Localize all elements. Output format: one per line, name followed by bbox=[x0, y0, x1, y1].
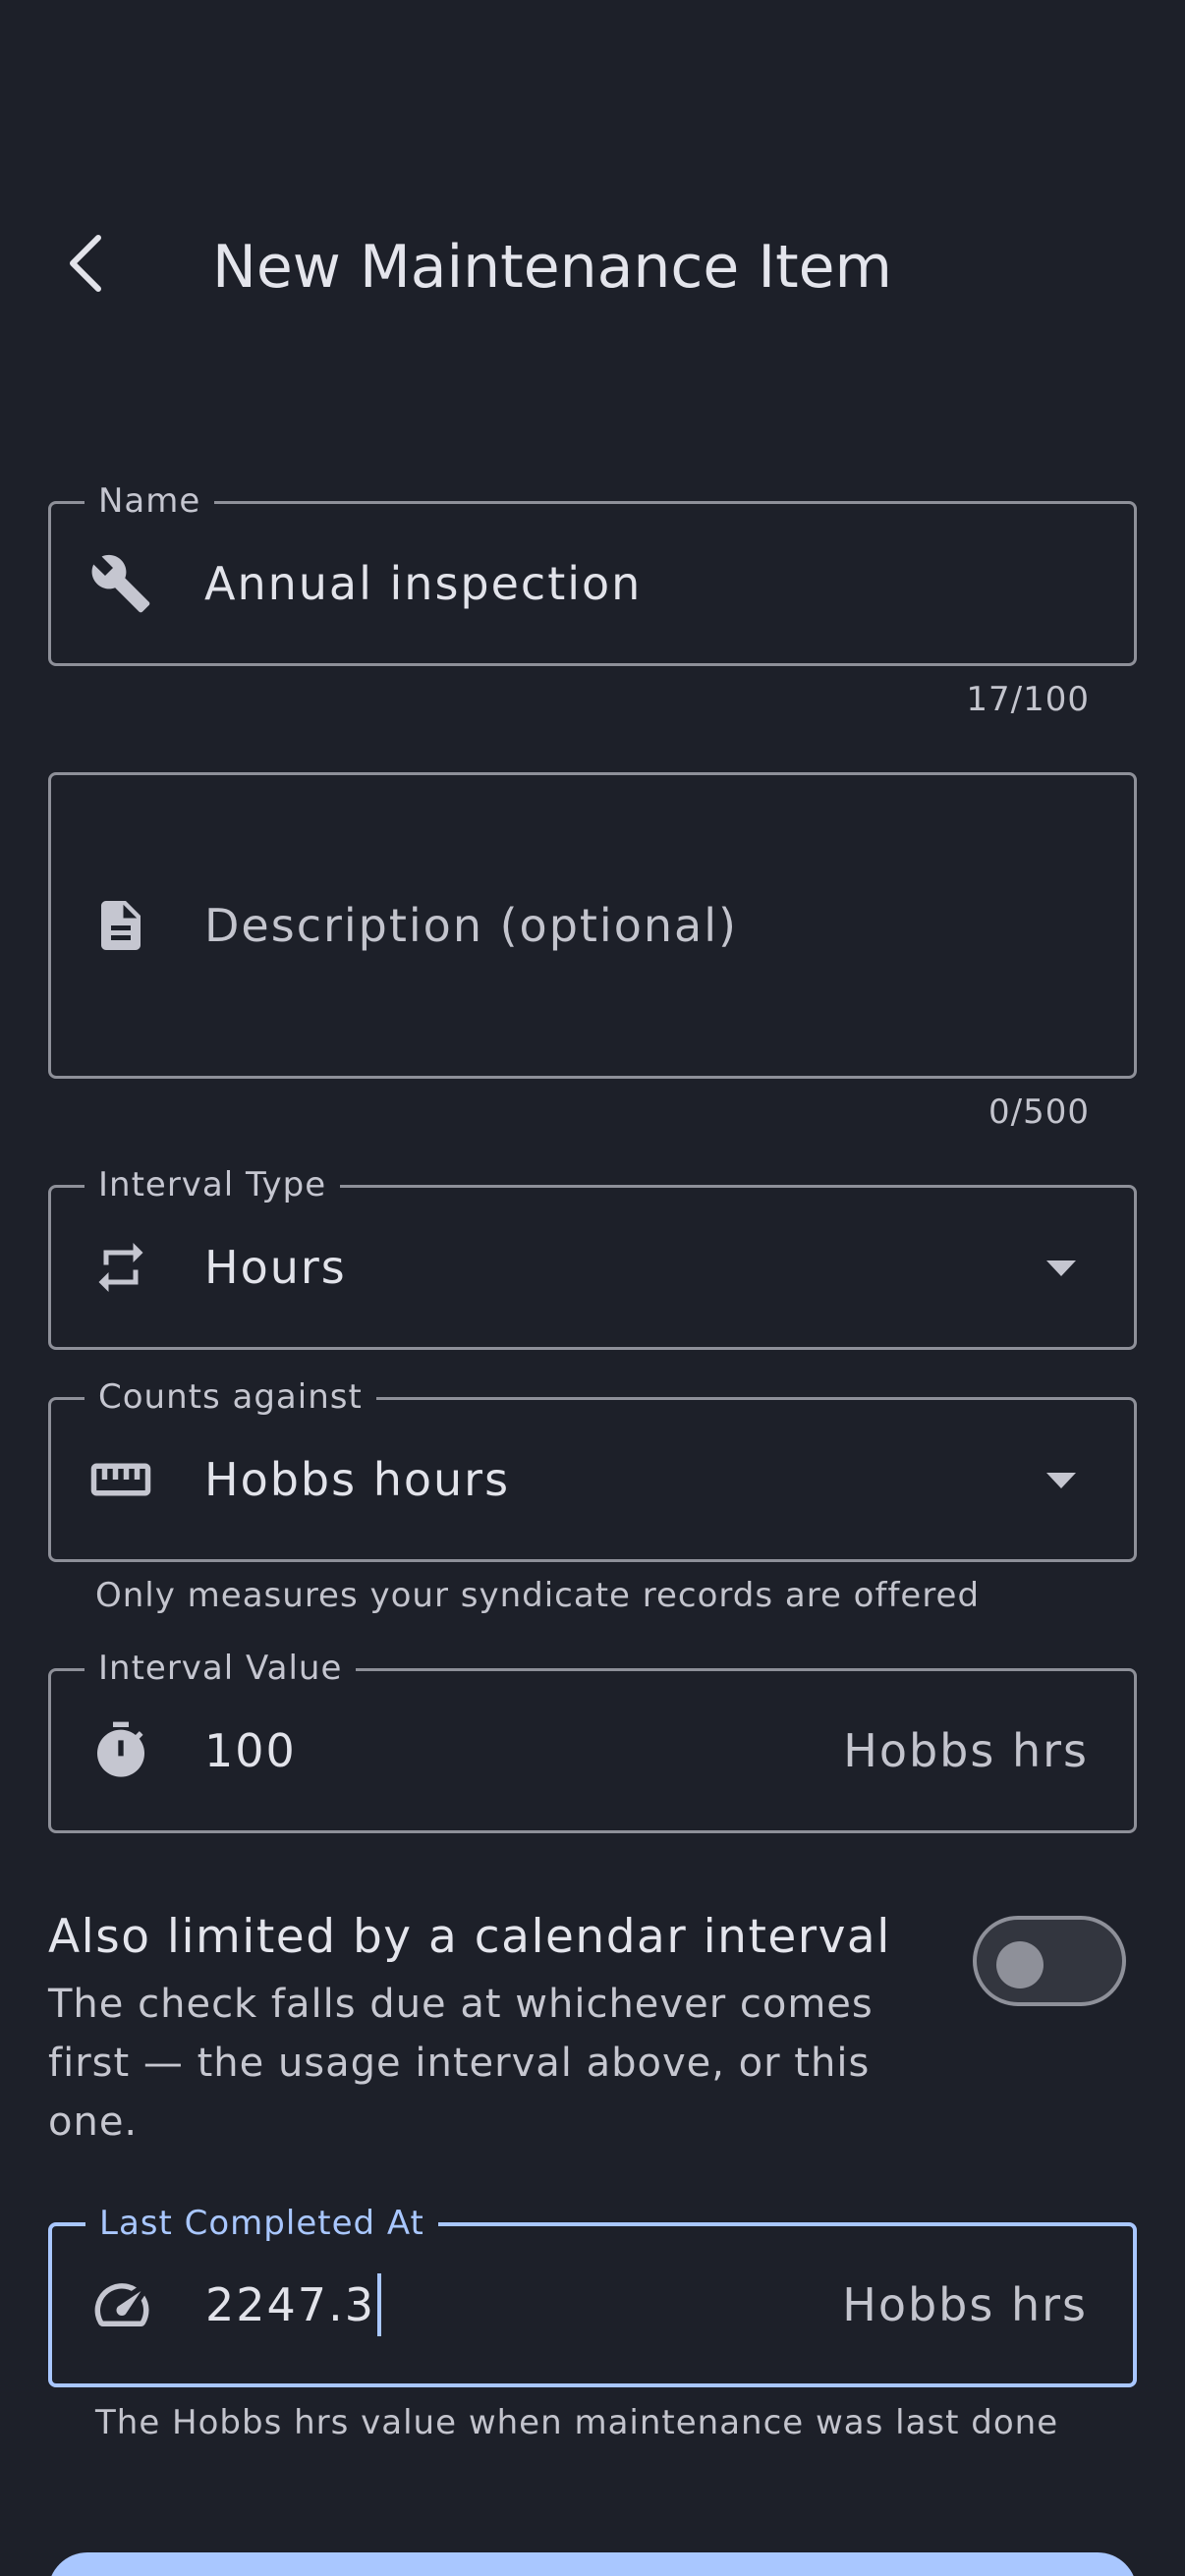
name-field[interactable]: Name Annual inspection bbox=[48, 479, 1137, 666]
calendar-toggle-title: Also limited by a calendar interval bbox=[48, 1910, 891, 1964]
last-completed-helper: The Hobbs hrs value when maintenance was… bbox=[95, 2403, 1059, 2442]
interval-value-suffix: Hobbs hrs bbox=[843, 1724, 1089, 1777]
interval-value-label: Interval Value bbox=[85, 1647, 357, 1690]
calendar-toggle-subtitle: The check falls due at whichever comes f… bbox=[48, 1982, 874, 2145]
screen: New Maintenance Item Name Annual inspect… bbox=[0, 0, 1185, 2576]
save-button[interactable] bbox=[48, 2552, 1137, 2576]
interval-type-label: Interval Type bbox=[85, 1163, 341, 1206]
chevron-down-icon bbox=[1042, 1249, 1081, 1288]
calendar-interval-switch[interactable] bbox=[973, 1916, 1126, 2006]
wrench-icon bbox=[86, 549, 155, 618]
repeat-icon bbox=[86, 1233, 155, 1302]
back-arrow-icon bbox=[70, 235, 101, 292]
text-cursor bbox=[376, 2272, 381, 2336]
interval-value-input[interactable]: 100 bbox=[204, 1720, 297, 1781]
chevron-down-icon bbox=[1042, 1461, 1081, 1500]
back-button[interactable] bbox=[45, 224, 124, 303]
counts-against-dropdown[interactable]: Counts against Hobbs hours bbox=[48, 1375, 1137, 1562]
last-completed-suffix: Hobbs hrs bbox=[842, 2278, 1088, 2331]
timer-icon bbox=[86, 1716, 155, 1785]
last-completed-value: 2247.3 bbox=[205, 2278, 375, 2331]
counts-against-value: Hobbs hours bbox=[204, 1453, 511, 1506]
description-input[interactable]: Description (optional) bbox=[204, 895, 738, 956]
description-counter: 0/500 bbox=[988, 1092, 1090, 1132]
last-completed-label: Last Completed At bbox=[85, 2202, 438, 2245]
name-input[interactable]: Annual inspection bbox=[204, 553, 642, 614]
name-counter: 17/100 bbox=[966, 680, 1090, 719]
switch-thumb bbox=[996, 1941, 1044, 1988]
last-completed-input[interactable]: 2247.3 bbox=[205, 2272, 381, 2340]
interval-type-dropdown[interactable]: Interval Type Hours bbox=[48, 1163, 1137, 1350]
description-field[interactable]: Description (optional) bbox=[48, 772, 1137, 1079]
ruler-icon bbox=[86, 1445, 155, 1514]
page-title: New Maintenance Item bbox=[212, 233, 892, 302]
counts-against-helper: Only measures your syndicate records are… bbox=[95, 1576, 981, 1615]
description-icon bbox=[86, 891, 155, 960]
name-field-label: Name bbox=[85, 479, 215, 523]
interval-value-field[interactable]: Interval Value 100 Hobbs hrs bbox=[48, 1647, 1137, 1833]
last-completed-field[interactable]: Last Completed At 2247.3 Hobbs hrs bbox=[48, 2202, 1137, 2387]
speedometer-icon bbox=[87, 2270, 156, 2339]
counts-against-label: Counts against bbox=[85, 1375, 376, 1419]
app-bar: New Maintenance Item bbox=[0, 177, 1185, 354]
interval-type-value: Hours bbox=[204, 1241, 347, 1294]
